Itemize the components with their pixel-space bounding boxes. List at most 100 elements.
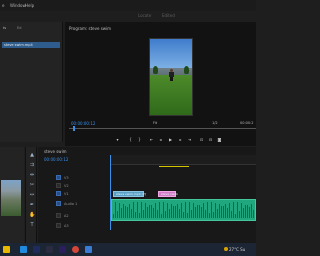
waveform-bar (207, 202, 208, 218)
track-header-a1: Audio 1 (38, 200, 110, 209)
waveform-bar (161, 213, 162, 218)
program-duration: 00:00:2 (240, 121, 254, 125)
track-header-a3: A3 (38, 222, 110, 231)
tree (153, 66, 158, 75)
chrome-icon[interactable] (72, 246, 79, 253)
waveform-bar (189, 202, 190, 218)
selection-tool-icon[interactable]: ▲ (29, 152, 35, 158)
waveform-bar (181, 202, 182, 218)
waveform-bar (151, 204, 152, 218)
track-label: A2 (64, 214, 69, 218)
hand-icon[interactable]: ✋ (29, 212, 35, 218)
waveform-bar (213, 211, 214, 218)
go-to-in-icon[interactable]: ⇤ (148, 137, 155, 143)
razor-icon[interactable]: ✂ (29, 182, 35, 188)
program-monitor-title[interactable]: Program: steve swim (69, 26, 111, 31)
waveform-bar (245, 204, 246, 218)
video-frame[interactable] (149, 38, 193, 116)
weather-text[interactable]: 27°C Su (229, 247, 245, 252)
type-icon[interactable]: T (29, 222, 35, 228)
insert-icon[interactable]: ⊡ (198, 137, 205, 143)
ripple-edit-icon[interactable]: ⇹ (29, 172, 35, 178)
waveform-bar (147, 206, 148, 218)
waveform-bar (197, 204, 198, 218)
waveform-bar (217, 208, 218, 218)
project-item-selected[interactable]: steve swim.mp4 (2, 42, 60, 48)
timeline-timecode[interactable]: 00:00:00:12 (44, 157, 68, 162)
title-label: Locate (138, 13, 152, 18)
timeline-ruler[interactable] (110, 155, 256, 165)
waveform-bar (201, 207, 202, 218)
in-point-icon[interactable]: { (127, 137, 134, 143)
waveform-bar (249, 206, 250, 218)
waveform-bar (215, 202, 216, 218)
timeline-tab[interactable]: steve swim (44, 149, 67, 154)
waveform-bar (117, 210, 118, 218)
waveform-bar (247, 205, 248, 218)
track-target-toggle[interactable] (56, 223, 61, 228)
step-back-icon[interactable]: ◂ (157, 137, 164, 143)
audio-clip[interactable] (111, 199, 256, 221)
timeline-playhead[interactable] (110, 155, 111, 230)
waveform-bar (243, 207, 244, 218)
go-to-out-icon[interactable]: ⇥ (186, 137, 193, 143)
waveform-bar (187, 213, 188, 218)
edge-icon[interactable] (20, 246, 27, 253)
track-select-icon[interactable]: ⇉ (29, 162, 35, 168)
waveform-bar (219, 203, 220, 218)
waveform-bar (221, 206, 222, 218)
menu-item-window[interactable]: Window (10, 3, 26, 8)
track-target-toggle[interactable] (56, 183, 61, 188)
clip-label: steve swim.mp4 [V] (116, 192, 146, 196)
step-forward-icon[interactable]: ▸ (177, 137, 184, 143)
video-clip[interactable]: steve swim.mp4 [V] (113, 191, 146, 197)
project-tab-2[interactable]: Ed (17, 26, 21, 30)
waveform-bar (131, 209, 132, 218)
project-tab-1[interactable]: ts (3, 26, 6, 30)
play-icon[interactable]: ▶ (167, 137, 174, 143)
tree (184, 66, 189, 75)
waveform-bar (145, 203, 146, 218)
track-target-toggle[interactable] (56, 175, 61, 180)
photos-icon[interactable] (85, 246, 92, 253)
track-target-toggle[interactable] (56, 191, 61, 196)
slip-icon[interactable]: ↔ (29, 192, 35, 198)
waveform-bar (169, 208, 170, 218)
waveform-bar (183, 211, 184, 218)
work-area-bar[interactable] (159, 166, 189, 167)
waveform-bar (159, 202, 160, 218)
premiere-icon[interactable] (59, 246, 66, 253)
menu-item-help[interactable]: Help (25, 3, 34, 8)
waveform-bar (229, 202, 230, 218)
overwrite-icon[interactable]: ⊟ (207, 137, 214, 143)
track-target-toggle[interactable] (56, 213, 61, 218)
waveform-bar (251, 203, 252, 218)
program-playhead[interactable] (73, 126, 75, 131)
program-scrub-bar[interactable] (69, 128, 256, 129)
waveform-bar (127, 206, 128, 218)
waveform-bar (191, 210, 192, 218)
weather-icon[interactable] (224, 247, 228, 251)
file-explorer-icon[interactable] (3, 246, 10, 253)
waveform-bar (185, 202, 186, 218)
out-point-icon[interactable]: } (136, 137, 143, 143)
track-label: V2 (64, 184, 69, 188)
clip-label: steve swim (161, 192, 178, 196)
app-icon[interactable] (46, 246, 53, 253)
after-effects-icon[interactable] (33, 246, 40, 253)
waveform-bar (119, 202, 120, 218)
menu-item-edit[interactable]: e (2, 3, 4, 8)
resolution-dropdown[interactable]: 1/2 (212, 121, 218, 125)
waveform-bar (253, 209, 254, 218)
waveform-bar (149, 205, 150, 218)
marker-icon[interactable]: ▾ (114, 137, 121, 143)
camera-icon[interactable]: ◙ (216, 137, 223, 143)
track-target-toggle[interactable] (56, 201, 61, 206)
waveform-bar (225, 204, 226, 218)
video-clip-pink[interactable]: steve swim (158, 191, 178, 197)
waveform-bar (171, 204, 172, 218)
waveform-bar (177, 203, 178, 218)
pen-icon[interactable]: ✒ (29, 202, 35, 208)
zoom-fit-dropdown[interactable]: Fit (153, 121, 157, 125)
clip-thumbnail[interactable] (1, 180, 21, 216)
